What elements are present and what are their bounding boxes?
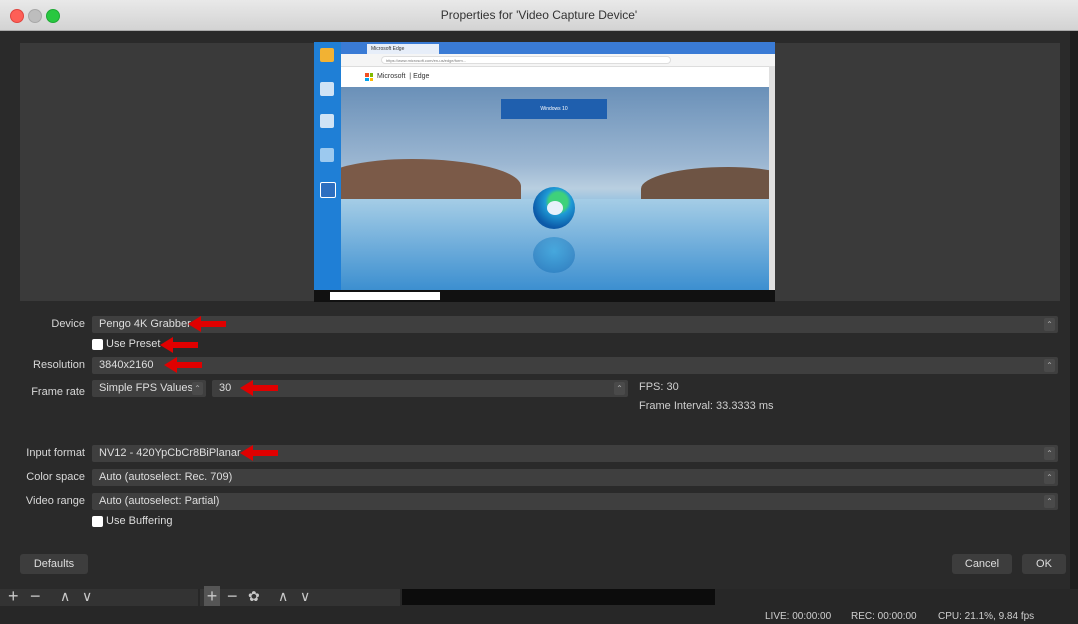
source-up-icon[interactable]: ∧: [278, 586, 288, 606]
annotation-arrow: [160, 337, 198, 353]
input-format-chevron-icon: ⌃: [1044, 447, 1055, 460]
device-value: Pengo 4K Grabber: [99, 318, 191, 330]
remove-scene-icon[interactable]: −: [30, 586, 41, 606]
resolution-value: 3840x2160: [99, 359, 154, 371]
edge-shortcut-icon: [320, 182, 336, 198]
annotation-arrow: [188, 316, 226, 332]
video-range-select[interactable]: Auto (autoselect: Partial) ⌃: [92, 493, 1058, 510]
fps-mode-select[interactable]: Simple FPS Values ⌃: [92, 380, 206, 397]
rec-status: REC: 00:00:00: [851, 611, 917, 622]
recycle-bin-icon: [320, 82, 334, 96]
microsoft-header: Microsoft | Edge: [341, 67, 769, 88]
live-status: LIVE: 00:00:00: [765, 611, 832, 622]
window-title: Properties for 'Video Capture Device': [440, 8, 638, 22]
microsoft-logo-icon: [365, 73, 373, 81]
fps-value-chevron-icon: ⌃: [614, 382, 625, 395]
color-space-chevron-icon: ⌃: [1044, 471, 1055, 484]
color-space-value: Auto (autoselect: Rec. 709): [99, 471, 233, 483]
add-scene-icon[interactable]: +: [8, 586, 19, 606]
frame-interval-info: Frame Interval: 33.3333 ms: [639, 400, 774, 412]
annotation-arrow: [240, 380, 278, 396]
capture-preview: Microsoft Edge https://www.microsoft.com…: [314, 42, 775, 302]
source-down-icon[interactable]: ∨: [300, 586, 310, 606]
use-buffering-checkbox[interactable]: [92, 516, 103, 527]
taskbar: [314, 290, 775, 302]
ok-button[interactable]: OK: [1022, 554, 1066, 574]
remove-source-icon[interactable]: −: [227, 586, 238, 606]
fps-mode-value: Simple FPS Values: [99, 382, 193, 394]
device-select[interactable]: Pengo 4K Grabber ⌃: [92, 316, 1058, 333]
browser-tab-strip: Microsoft Edge: [341, 42, 775, 54]
title-bar: Properties for 'Video Capture Device': [0, 0, 1078, 31]
move-up-icon[interactable]: ∧: [60, 586, 70, 606]
source-settings-gear-icon[interactable]: ✿: [248, 586, 260, 606]
desktop-icons: [314, 42, 341, 290]
resolution-select-chevron-icon: ⌃: [1044, 359, 1055, 372]
cancel-button[interactable]: Cancel: [952, 554, 1012, 574]
edge-logo-icon: [533, 187, 575, 229]
color-space-label: Color space: [26, 471, 85, 483]
input-format-label: Input format: [26, 447, 85, 459]
edge-logo-reflection: [533, 237, 575, 273]
taskbar-search: [330, 292, 440, 300]
use-buffering-label: Use Buffering: [106, 515, 173, 527]
input-format-value: NV12 - 420YpCbCr8BiPlanar: [99, 447, 241, 459]
microsoft-brand: Microsoft | Edge: [377, 73, 430, 80]
annotation-arrow: [240, 445, 278, 461]
fps-info: FPS: 30: [639, 381, 679, 393]
computer-icon: [320, 114, 334, 128]
cpu-status: CPU: 21.1%, 9.84 fps: [938, 611, 1035, 622]
device-select-chevron-icon: ⌃: [1044, 318, 1055, 331]
properties-dialog: Microsoft Edge https://www.microsoft.com…: [0, 31, 1070, 589]
video-range-chevron-icon: ⌃: [1044, 495, 1055, 508]
download-banner: Windows 10: [501, 99, 607, 119]
wallpaper: Windows 10: [341, 87, 769, 290]
annotation-arrow: [164, 357, 202, 373]
resolution-select[interactable]: 3840x2160 ⌃: [92, 357, 1058, 374]
video-range-label: Video range: [25, 495, 85, 507]
color-space-select[interactable]: Auto (autoselect: Rec. 709) ⌃: [92, 469, 1058, 486]
add-source-icon[interactable]: +: [204, 586, 220, 606]
frame-rate-label: Frame rate: [31, 386, 85, 398]
defaults-button[interactable]: Defaults: [20, 554, 88, 574]
input-format-select[interactable]: NV12 - 420YpCbCr8BiPlanar ⌃: [92, 445, 1058, 462]
move-down-icon[interactable]: ∨: [82, 586, 92, 606]
network-icon: [320, 148, 334, 162]
fps-value: 30: [219, 382, 232, 394]
video-range-value: Auto (autoselect: Partial): [99, 495, 220, 507]
browser-address: https://www.microsoft.com/en-us/edge/for…: [381, 56, 671, 64]
device-label: Device: [51, 318, 85, 330]
folder-icon: [320, 48, 334, 62]
use-preset-checkbox[interactable]: [92, 339, 103, 350]
use-preset-label: Use Preset: [106, 338, 161, 350]
browser-tab: Microsoft Edge: [367, 44, 439, 54]
fps-mode-chevron-icon: ⌃: [192, 382, 203, 395]
browser-address-bar: https://www.microsoft.com/en-us/edge/for…: [341, 54, 775, 67]
resolution-label: Resolution: [33, 359, 85, 371]
browser-window: Microsoft Edge https://www.microsoft.com…: [341, 42, 775, 290]
browser-scrollbar: [769, 66, 775, 290]
audio-mixer-area: [402, 589, 715, 605]
